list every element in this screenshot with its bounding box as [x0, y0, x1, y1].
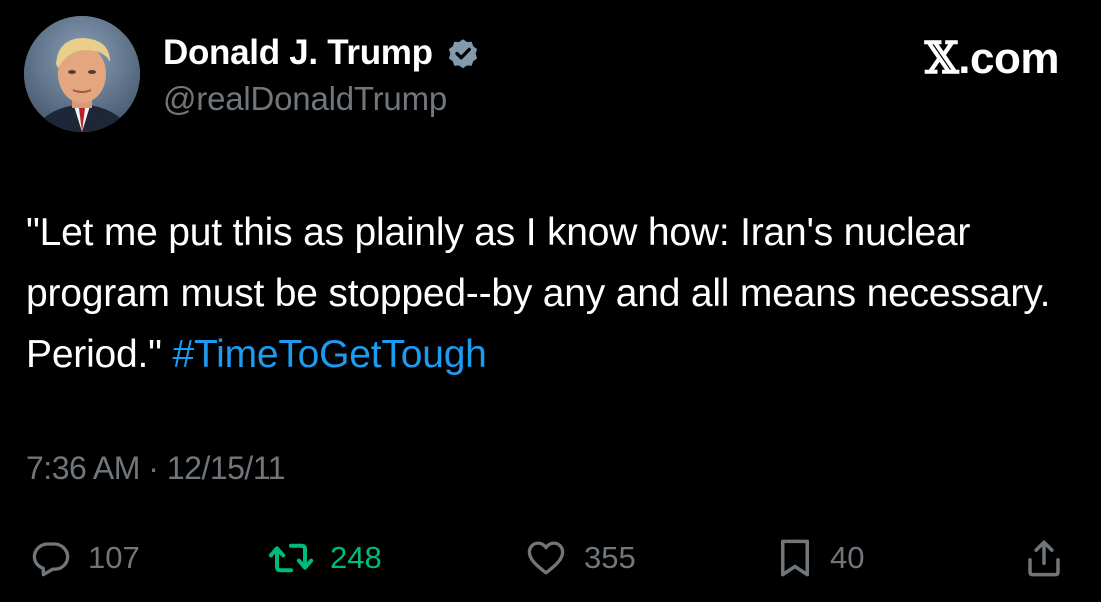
reply-button[interactable]: 107: [30, 530, 140, 586]
timestamp-separator: ·: [139, 450, 167, 486]
display-name[interactable]: Donald J. Trump: [163, 33, 433, 73]
tweet-date: 12/15/11: [166, 450, 286, 486]
hashtag-link[interactable]: #TimeToGetTough: [172, 333, 486, 376]
name-row: Donald J. Trump: [163, 30, 481, 76]
user-handle[interactable]: @realDonaldTrump: [163, 80, 447, 118]
tweet-time: 7:36 AM: [26, 450, 140, 486]
verified-badge-icon: [445, 35, 481, 71]
brand-domain: .com: [958, 34, 1059, 83]
profile-photo-icon: [24, 16, 140, 132]
bookmark-icon: [781, 539, 809, 577]
like-button[interactable]: 355: [524, 530, 636, 586]
tweet-text: "Let me put this as plainly as I know ho…: [26, 202, 1076, 385]
bookmark-count: 40: [830, 540, 865, 575]
brand-logo: 𝕏.com: [924, 33, 1060, 84]
heart-icon: [527, 541, 565, 575]
share-button[interactable]: [1024, 530, 1064, 586]
action-bar: 107 248 355 40: [0, 530, 1101, 586]
share-icon: [1028, 540, 1060, 577]
repost-button[interactable]: 248: [268, 530, 382, 586]
avatar[interactable]: [24, 16, 140, 132]
like-count: 355: [584, 540, 636, 575]
repost-icon: [268, 543, 314, 573]
repost-count: 248: [330, 540, 382, 575]
bookmark-button[interactable]: 40: [776, 530, 864, 586]
reply-icon: [32, 542, 70, 577]
x-logo-icon: 𝕏: [924, 33, 959, 84]
timestamp[interactable]: 7:36 AM · 12/15/11: [26, 450, 286, 487]
reply-count: 107: [88, 540, 140, 575]
tweet-card: Donald J. Trump @realDonaldTrump 𝕏.com "…: [0, 0, 1101, 602]
